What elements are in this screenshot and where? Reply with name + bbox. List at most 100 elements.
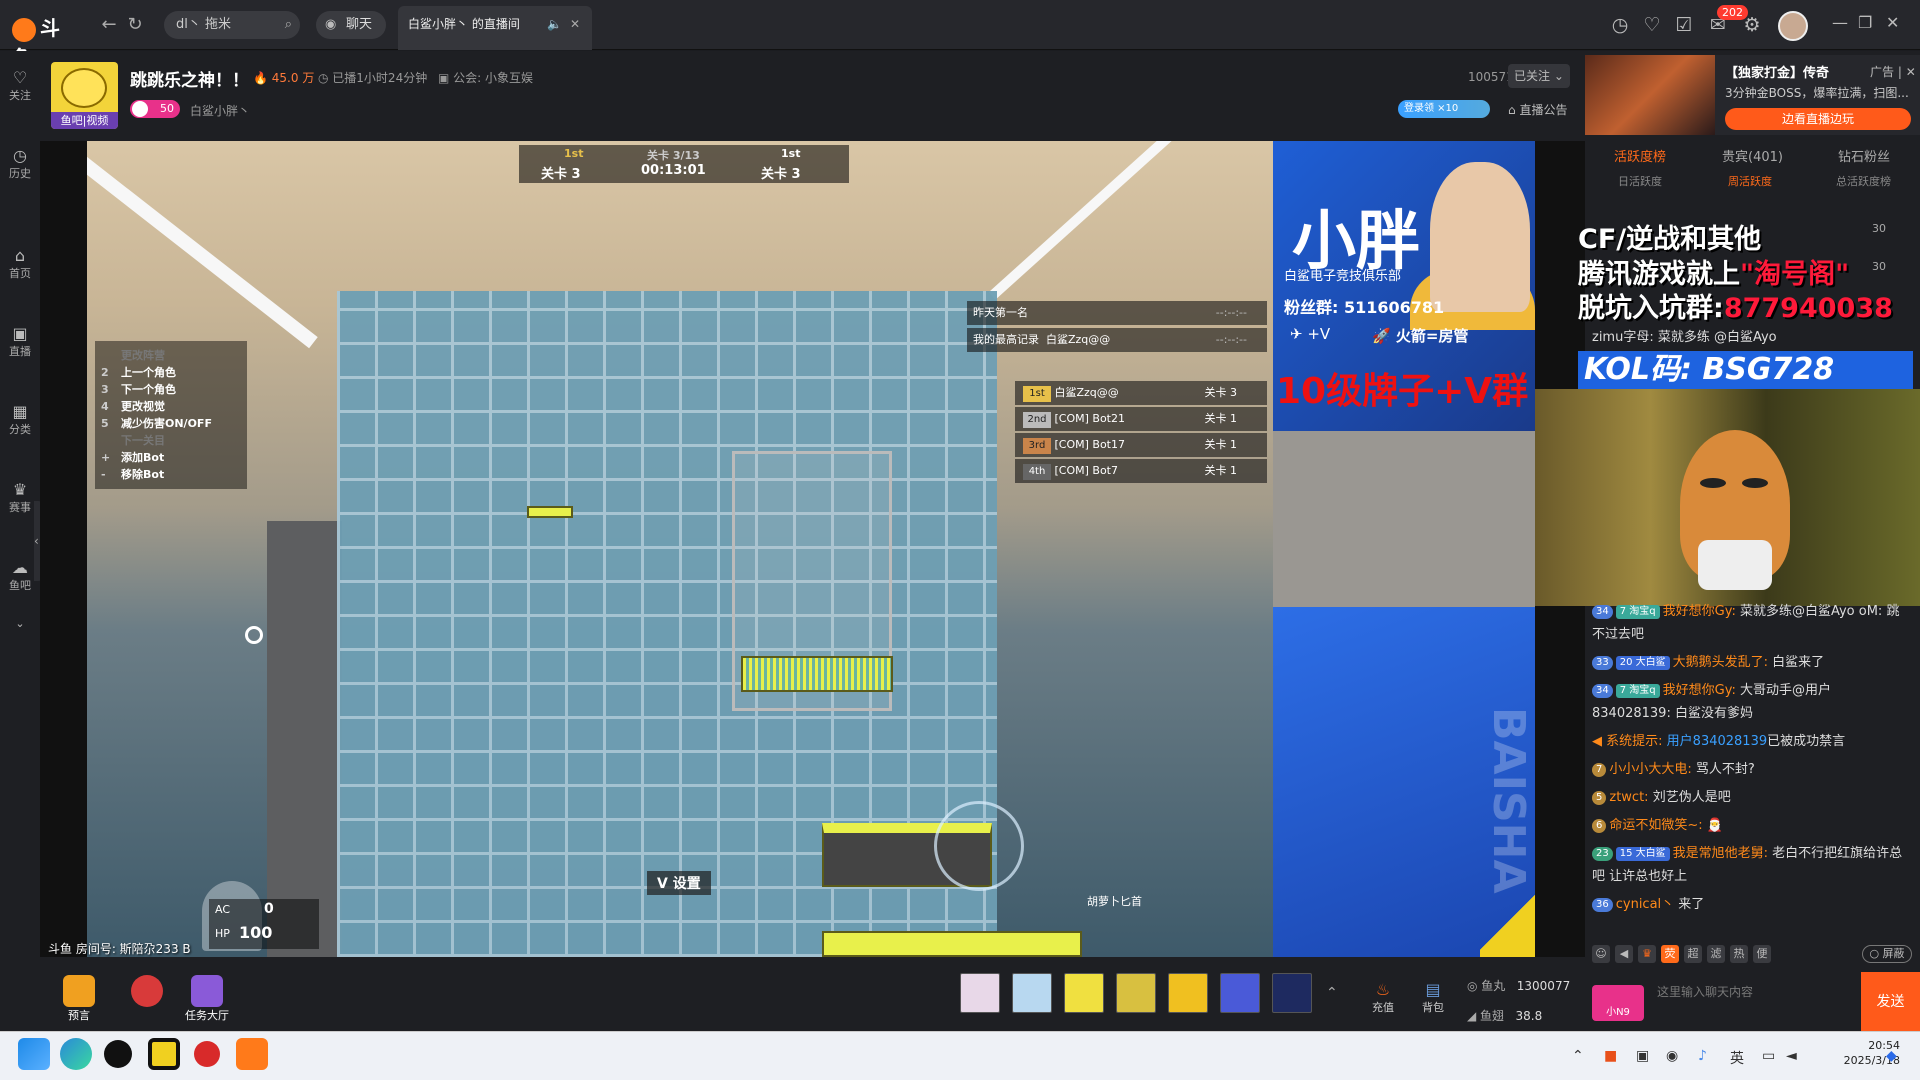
douyu-logo[interactable]: 斗鱼 [12, 12, 74, 70]
chat-message: 6 命运不如微笑~: 🎅 [1592, 814, 1908, 837]
network-icon[interactable]: ▭ [1762, 1048, 1775, 1064]
task-icon[interactable]: ☑ [1672, 13, 1696, 37]
announcement-button[interactable]: ⌂ 直播公告 [1508, 101, 1567, 118]
tab-activity-rank[interactable]: 活跃度榜 [1614, 146, 1666, 165]
tray-app-icon[interactable]: ▣ [1636, 1048, 1649, 1064]
edge-icon[interactable] [60, 1038, 92, 1070]
menu-key: + [101, 451, 111, 464]
gift-expand-chevron-icon[interactable]: ⌃ [1326, 985, 1338, 1001]
gift-item[interactable] [1012, 973, 1052, 1013]
tab-vip[interactable]: 贵宾(401) [1722, 146, 1783, 165]
prophecy-button[interactable]: 预言 [56, 975, 102, 1022]
chat-username[interactable]: 我是常旭他老舅: [1673, 846, 1768, 861]
tab-diamond-fans[interactable]: 钻石粉丝 [1838, 146, 1890, 165]
nav-home[interactable]: ⌂ 首页 [0, 247, 40, 281]
close-tab-icon[interactable]: ✕ [570, 6, 580, 42]
user-avatar[interactable] [1778, 11, 1808, 41]
gift-item[interactable] [1272, 973, 1312, 1013]
tray-app-icon[interactable]: ■ [1604, 1048, 1617, 1064]
cam-gray-block [1273, 431, 1535, 607]
chat-list[interactable]: 34 7 淘宝q 我好想你Gy: 菜就多练@白鲨Ayo oM: 跳不过去吧 33 20… [1592, 600, 1908, 921]
nav-category[interactable]: ▦ 分类 [0, 403, 40, 437]
close-window-icon[interactable]: ✕ [1886, 13, 1899, 32]
tab-live-room[interactable]: 白鲨小胖丶 的直播间 🔈 ✕ [398, 6, 592, 50]
cam-rocket-label: 🚀 火箭=房管 [1372, 325, 1469, 346]
nav-live[interactable]: ▣ 直播 [0, 325, 40, 359]
crown-icon[interactable]: ♛ [1638, 945, 1656, 963]
volume-icon[interactable]: ◄ [1786, 1048, 1797, 1064]
refresh-icon[interactable]: ↻ [124, 14, 146, 36]
tag-icon[interactable]: 荧 [1661, 945, 1679, 963]
login-reward-badge[interactable]: 登录领 ×10 [1398, 100, 1490, 118]
minimize-icon[interactable]: — [1832, 13, 1848, 32]
gift-item[interactable] [960, 973, 1000, 1013]
tray-app-icon[interactable]: ◉ [1666, 1048, 1678, 1064]
filter-icon[interactable]: 滤 [1707, 945, 1725, 963]
history-icon[interactable]: ◷ [1608, 13, 1632, 37]
block-toggle[interactable]: ○ 屏蔽 [1862, 945, 1912, 963]
nav-more-chevron-icon[interactable]: ⌄ [0, 617, 40, 630]
horn-icon[interactable]: ◀ [1615, 945, 1633, 963]
send-button[interactable]: 发送 [1861, 972, 1920, 1032]
favorite-icon[interactable]: ♡ [1640, 13, 1664, 37]
douyu-app-icon[interactable] [236, 1038, 268, 1070]
backpack-button[interactable]: ▤ 背包 [1418, 980, 1448, 1015]
follow-button[interactable]: 已关注 ⌄ [1508, 64, 1570, 88]
search-input[interactable]: dl丶 拖米 ⌕ [164, 11, 300, 39]
start-icon[interactable] [18, 1038, 50, 1070]
microphone-icon[interactable]: ♪ [1698, 1048, 1707, 1064]
speaker-icon[interactable]: 🔈 [547, 6, 562, 42]
chat-username[interactable]: 小小小大大电: [1609, 762, 1691, 777]
restore-icon[interactable]: ❐ [1858, 13, 1872, 32]
ad-close-icon[interactable]: ✕ [1906, 65, 1916, 79]
ime-indicator[interactable]: 英 [1730, 1048, 1744, 1068]
chat-username[interactable]: ztwct: [1609, 790, 1648, 805]
tray-chevron-icon[interactable]: ⌃ [1572, 1048, 1584, 1064]
notification-bell-icon[interactable]: ◆ [1886, 1048, 1897, 1064]
chat-username[interactable]: 命运不如微笑~: [1609, 818, 1702, 833]
redpacket-button[interactable] [124, 975, 170, 1013]
guild-notice[interactable]: ▣ 公会: 小象互娱 [438, 69, 533, 86]
chat-username[interactable]: cynical丶 [1616, 897, 1674, 912]
menu-key: - [101, 468, 106, 481]
system-user[interactable]: 用户834028139 [1667, 734, 1767, 749]
chat-input[interactable]: 这里输入聊天内容 [1655, 975, 1860, 1031]
game-view[interactable]: 1st 关卡 3 关卡 3/13 00:13:01 1st 关卡 3 昨天第一名… [87, 141, 1273, 957]
back-icon[interactable]: ← [98, 14, 120, 36]
chat-username[interactable]: 我好想你Gy: [1663, 683, 1736, 698]
ad-play-button[interactable]: 边看直播边玩 [1725, 108, 1911, 130]
emoji-icon[interactable]: ☺ [1592, 945, 1610, 963]
settings-icon[interactable]: ⚙ [1740, 13, 1764, 37]
chat-user-badge[interactable]: 小N9 [1592, 985, 1644, 1021]
convenient-icon[interactable]: 便 [1753, 945, 1771, 963]
gift-item[interactable] [1064, 973, 1104, 1013]
app-icon[interactable] [148, 1038, 180, 1070]
super-icon[interactable]: 超 [1684, 945, 1702, 963]
ac-value: 0 [264, 901, 274, 917]
search-icon[interactable]: ⌕ [285, 11, 292, 39]
chat-username[interactable]: 大鹅鹅头发乱了: [1673, 655, 1768, 670]
gift-item[interactable] [1220, 973, 1260, 1013]
app-icon[interactable] [194, 1041, 220, 1067]
nav-follow[interactable]: ♡ 关注 [0, 69, 40, 103]
nav-history[interactable]: ◷ 历史 [0, 147, 40, 181]
recharge-button[interactable]: ♨ 充值 [1368, 980, 1398, 1015]
recharge-label: 充值 [1372, 1001, 1394, 1014]
task-hall-button[interactable]: 任务大厅 [184, 975, 230, 1022]
chat-username[interactable]: 我好想你Gy: [1663, 604, 1736, 619]
qq-icon[interactable] [104, 1040, 132, 1068]
task-hall-label: 任务大厅 [185, 1009, 229, 1022]
ad-image[interactable] [1585, 55, 1715, 135]
streamer-avatar[interactable]: 鱼吧|视频 [51, 62, 118, 129]
rank-position: 4th [1023, 464, 1051, 480]
host-name[interactable]: 白鲨小胖丶 [190, 102, 250, 119]
ad-title[interactable]: 【独家打金】传奇 [1725, 62, 1829, 81]
rank-position: 1st [1023, 386, 1051, 402]
subtab-weekly[interactable]: 周活跃度 [1728, 173, 1772, 189]
subtab-total[interactable]: 总活跃度榜 [1836, 173, 1891, 189]
hot-icon[interactable]: 热 [1730, 945, 1748, 963]
subtab-daily[interactable]: 日活跃度 [1618, 173, 1662, 189]
chat-button[interactable]: ◉ 聊天 [316, 11, 386, 39]
gift-item[interactable] [1116, 973, 1156, 1013]
gift-item[interactable] [1168, 973, 1208, 1013]
